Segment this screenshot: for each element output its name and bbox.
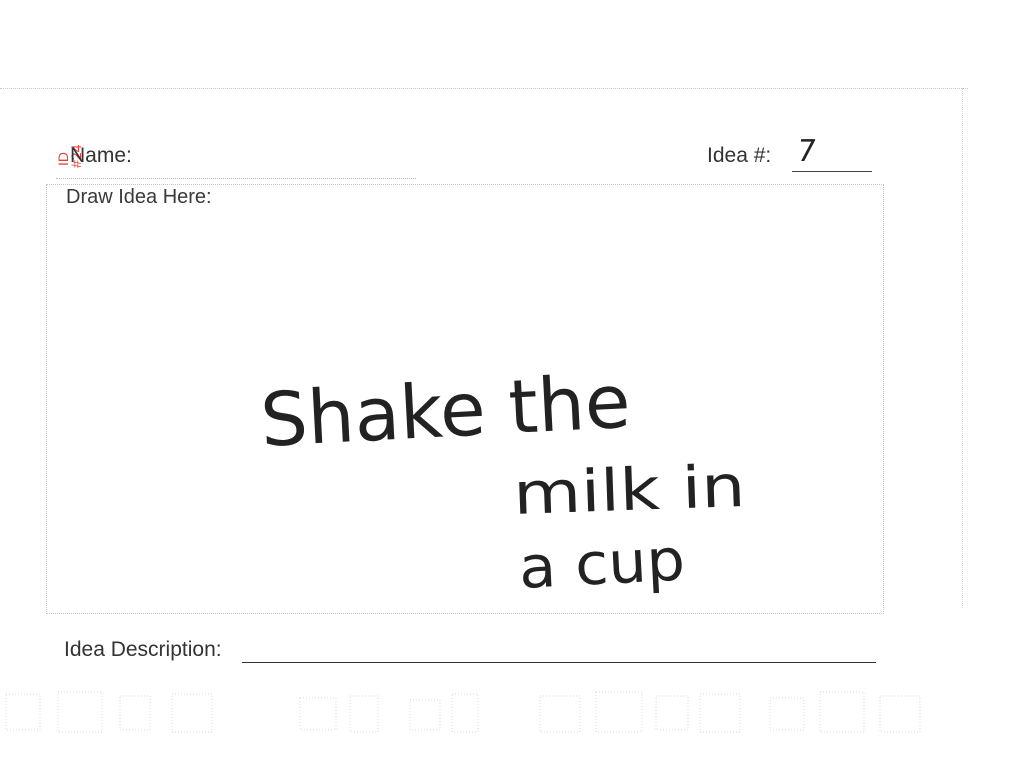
idea-description-label: Idea Description: [64, 638, 222, 661]
handwritten-line-3: a cup [517, 525, 686, 602]
idea-description-line [242, 662, 876, 663]
handwritten-line-2: milk in [512, 452, 746, 528]
handwritten-line-1: Shake the [258, 359, 632, 464]
scan-noise [5, 691, 921, 733]
